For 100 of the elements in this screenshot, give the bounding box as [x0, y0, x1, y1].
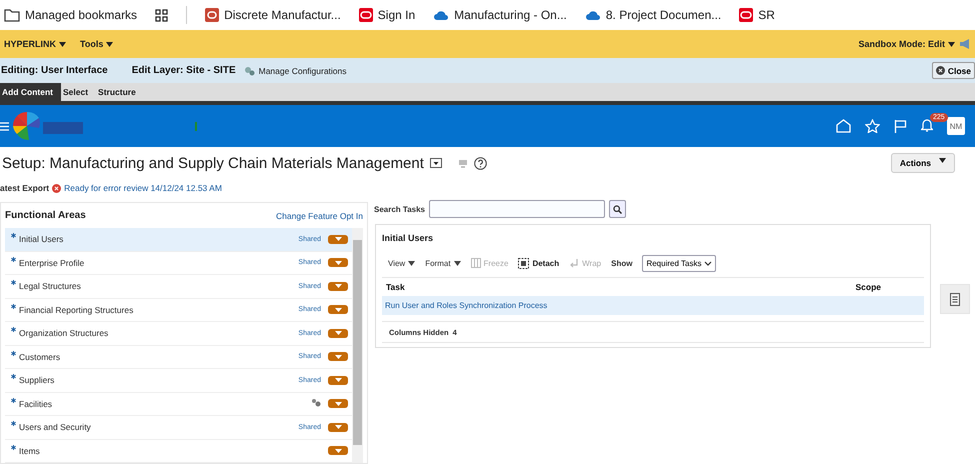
row-menu-button[interactable] [328, 352, 348, 362]
monitor-icon[interactable] [458, 158, 468, 168]
task-link[interactable]: Run User and Roles Synchronization Process [385, 301, 548, 310]
toolbar-menu[interactable]: View [388, 258, 416, 268]
caret-icon [59, 42, 66, 46]
gears-icon [311, 398, 321, 408]
functional-area-name: Legal Structures [19, 281, 81, 292]
row-menu-button[interactable] [328, 328, 348, 338]
composer-tab[interactable]: Structure [96, 83, 144, 101]
functional-area-name: Users and Security [19, 422, 91, 432]
functional-area-name: Facilities [19, 398, 52, 409]
caret-icon [334, 331, 342, 336]
caret-icon [334, 284, 342, 288]
caret-icon [948, 42, 955, 46]
caret-icon [106, 42, 114, 46]
scrollbar[interactable] [352, 228, 363, 463]
cloud-icon[interactable] [433, 10, 450, 20]
apps-grid-icon[interactable] [155, 8, 168, 22]
search-icon [613, 204, 622, 214]
caret-icon [408, 260, 416, 266]
caret-icon [334, 402, 342, 406]
bookmark-link[interactable]: SR [758, 8, 775, 22]
functional-area-name: Customers [19, 352, 60, 362]
caret-icon [454, 260, 461, 266]
functional-area-name: Initial Users [19, 234, 64, 244]
row-menu-button[interactable] [328, 234, 348, 244]
row-menu-button[interactable] [328, 282, 348, 291]
side-panel-button[interactable] [940, 284, 970, 314]
caret-icon [334, 448, 342, 453]
bookmark-link[interactable]: Sign In [378, 8, 416, 22]
export-status-link[interactable]: Ready for error review 14/12/24 12.53 AM [64, 183, 222, 193]
functional-area-name: Enterprise Profile [19, 258, 84, 268]
latest-export-label: atest Export [0, 183, 50, 193]
detach-icon [518, 258, 530, 268]
help-icon[interactable] [474, 156, 487, 170]
actions-button[interactable]: Actions [890, 153, 955, 173]
caret-icon [334, 378, 342, 382]
row-menu-button[interactable] [328, 305, 348, 314]
oval-logo-icon[interactable] [358, 8, 373, 22]
flag-icon[interactable] [894, 119, 907, 133]
row-menu-button[interactable] [328, 446, 348, 456]
caret-icon [334, 237, 342, 242]
column-header: Scope [855, 282, 881, 292]
editing-label: Editing: User Interface [1, 65, 108, 76]
menu-item[interactable]: Tools [80, 39, 104, 49]
user-avatar[interactable]: NM [947, 117, 965, 135]
sandbox-mode-menu[interactable]: Sandbox Mode: Edit [858, 39, 945, 49]
bookmark-link[interactable]: Manufacturing - On... [454, 8, 567, 22]
edit-layer-label: Edit Layer: Site - SITE [132, 65, 236, 76]
error-icon [52, 184, 62, 192]
composer-tab[interactable]: Select [61, 83, 96, 101]
bell-icon[interactable] [921, 118, 933, 132]
functional-area-name: Suppliers [19, 375, 54, 386]
wrap-icon [569, 258, 580, 268]
caret-icon [334, 354, 342, 359]
toolbar-menu[interactable]: Format [425, 258, 461, 268]
bookmark-link[interactable]: Managed bookmarks [25, 8, 138, 22]
functional-area-name: Financial Reporting Structures [19, 304, 134, 315]
columns-icon [470, 258, 481, 268]
dropdown-icon[interactable] [430, 158, 442, 168]
panel-title: Initial Users [382, 233, 434, 243]
menu-item[interactable]: HYPERLINK [4, 39, 56, 49]
composer-tab[interactable]: Add Content [0, 83, 61, 101]
page-title: Setup: Manufacturing and Supply Chain Materials Management [2, 154, 424, 172]
caret-icon [939, 158, 946, 163]
show-label: Show [611, 258, 632, 268]
close-circle-icon [936, 66, 945, 75]
folder-icon[interactable] [4, 8, 20, 22]
bookmark-link[interactable]: 8. Project Documen... [606, 8, 722, 22]
toolbar-button[interactable]: Detach [518, 258, 560, 268]
close-button[interactable]: Close [932, 62, 975, 79]
row-menu-button[interactable] [328, 376, 348, 385]
search-field[interactable] [429, 200, 605, 218]
row-menu-button[interactable] [328, 258, 348, 268]
functional-area-name: Organization Structures [19, 328, 108, 338]
caret-icon [334, 260, 342, 265]
change-feature-opt-in-link[interactable]: Change Feature Opt In [276, 210, 363, 220]
functional-area-row[interactable]: Facilities [5, 392, 352, 416]
panel-title: Functional Areas [5, 210, 86, 221]
show-select[interactable]: Required Tasks [642, 254, 716, 272]
manage-configurations-link[interactable]: Manage Configurations [258, 66, 347, 76]
column-header: Task [386, 282, 405, 292]
chevron-down-icon [704, 260, 712, 266]
bookmark-link[interactable]: Discrete Manufactur... [224, 8, 341, 22]
row-menu-button[interactable] [328, 399, 348, 408]
functional-area-name: Items [19, 446, 40, 456]
cloud-icon[interactable] [584, 10, 601, 20]
document-icon [950, 292, 960, 306]
home-icon[interactable] [836, 119, 851, 133]
menu-icon[interactable] [0, 122, 9, 130]
row-menu-button[interactable] [328, 422, 348, 432]
functional-area-row[interactable]: Items [5, 440, 352, 463]
star-icon[interactable] [865, 119, 880, 133]
gears-icon [244, 66, 255, 76]
caret-icon [334, 425, 342, 430]
oval-logo-icon[interactable] [739, 8, 754, 22]
task-row[interactable]: Run User and Roles Synchronization Process [382, 296, 924, 315]
search-label: Search Tasks [374, 204, 425, 214]
search-button[interactable] [609, 200, 626, 218]
app-logo-icon[interactable] [205, 8, 220, 22]
